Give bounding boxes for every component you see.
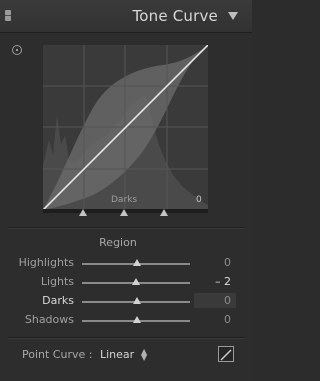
graph-region-value: 0 xyxy=(196,195,202,205)
point-curve-edit-icon[interactable] xyxy=(218,346,234,362)
lights-slider-thumb[interactable] xyxy=(132,278,140,285)
darks-value[interactable]: 0 xyxy=(224,294,231,307)
divider xyxy=(8,227,244,228)
curve-canvas[interactable] xyxy=(43,45,208,210)
point-curve-select[interactable]: Linear xyxy=(100,348,134,361)
darks-slider-thumb[interactable] xyxy=(133,297,141,304)
slider-row-highlights: Highlights 0 xyxy=(0,256,252,272)
panel-title: Tone Curve xyxy=(132,7,218,25)
highlights-slider-thumb[interactable] xyxy=(133,259,141,266)
region-section-title: Region xyxy=(99,236,137,249)
tone-curve-panel: Tone Curve Darks 0 Region Highlights 0 L… xyxy=(0,0,252,381)
highlights-value[interactable]: 0 xyxy=(224,256,231,269)
shadows-value[interactable]: 0 xyxy=(224,313,231,326)
collapse-triangle-icon[interactable] xyxy=(228,12,238,20)
split-point-lights-highlights[interactable] xyxy=(160,209,168,216)
point-curve-label: Point Curve : xyxy=(22,348,93,361)
panel-header[interactable]: Tone Curve xyxy=(0,0,252,33)
panel-on-off-switch[interactable] xyxy=(5,10,11,21)
diagonal-curve-icon xyxy=(220,349,232,361)
graph-region-label: Darks xyxy=(111,195,138,205)
updown-arrows-icon[interactable]: ▲ ▼ xyxy=(141,348,147,362)
slider-label: Shadows xyxy=(24,313,74,326)
slider-row-darks: Darks 0 xyxy=(0,293,252,310)
slider-label: Lights xyxy=(40,275,74,288)
split-point-shadows-darks[interactable] xyxy=(79,209,87,216)
shadows-slider-thumb[interactable] xyxy=(133,316,141,323)
slider-row-shadows: Shadows 0 xyxy=(0,313,252,329)
slider-row-lights: Lights – 2 xyxy=(0,275,252,291)
target-adjustment-tool-icon[interactable] xyxy=(12,45,22,55)
tone-curve-graph[interactable]: Darks 0 xyxy=(43,45,208,210)
split-point-darks-lights[interactable] xyxy=(120,209,128,216)
divider xyxy=(8,337,244,338)
slider-label: Darks xyxy=(42,294,74,307)
slider-label: Highlights xyxy=(18,256,74,269)
lights-value[interactable]: – 2 xyxy=(215,275,231,288)
